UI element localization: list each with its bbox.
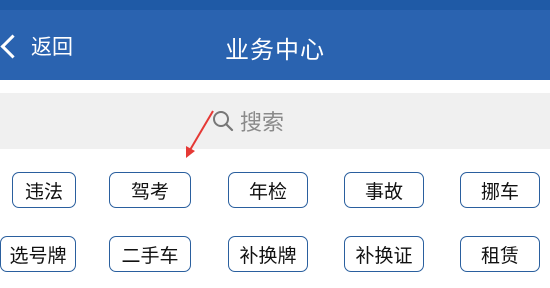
service-button-accident[interactable]: 事故 <box>344 172 424 208</box>
page-title: 业务中心 <box>225 36 325 64</box>
search-bar[interactable]: 搜索 <box>0 93 550 149</box>
annotation-arrow-icon <box>186 110 214 158</box>
service-button-violation[interactable]: 违法 <box>12 172 76 208</box>
service-button-move-car[interactable]: 挪车 <box>460 172 540 208</box>
service-button-replace-plate[interactable]: 补换牌 <box>228 236 308 272</box>
search-placeholder: 搜索 <box>240 111 285 136</box>
service-button-annual-inspection[interactable]: 年检 <box>228 172 308 208</box>
service-button-replace-license[interactable]: 补换证 <box>344 236 424 272</box>
app-header: 返回 业务中心 <box>0 10 550 80</box>
status-bar-strip <box>0 0 550 10</box>
service-button-used-car[interactable]: 二手车 <box>109 236 191 272</box>
service-button-driving-test[interactable]: 驾考 <box>109 172 191 208</box>
service-button-select-plate[interactable]: 选号牌 <box>0 236 76 272</box>
service-button-rental[interactable]: 租赁 <box>460 236 540 272</box>
